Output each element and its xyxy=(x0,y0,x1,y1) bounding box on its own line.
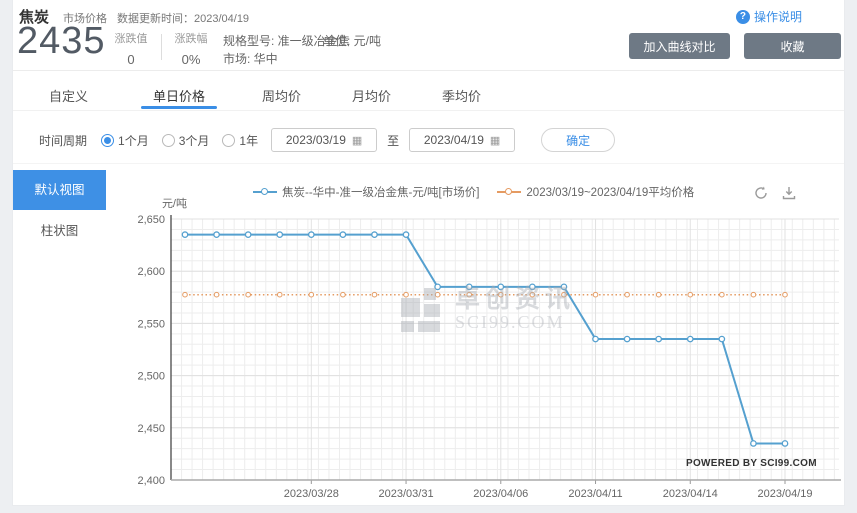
svg-text:2,450: 2,450 xyxy=(137,423,165,435)
sidebar-item-default-view[interactable]: 默认视图 xyxy=(13,170,106,210)
start-date-value: 2023/03/19 xyxy=(286,133,346,147)
radio-3month-label: 3个月 xyxy=(179,132,210,149)
radio-1year-label: 1年 xyxy=(239,132,258,149)
svg-text:2023/04/14: 2023/04/14 xyxy=(663,488,718,500)
confirm-button[interactable]: 确定 xyxy=(541,128,615,152)
current-price: 2435 xyxy=(17,20,106,63)
svg-text:2,600: 2,600 xyxy=(137,266,165,278)
unit-label: 单位: 元/吨 xyxy=(323,32,381,49)
divider xyxy=(13,163,844,164)
svg-text:2,400: 2,400 xyxy=(137,475,165,487)
start-date-input[interactable]: 2023/03/19 ▦ xyxy=(271,128,377,152)
help-label: 操作说明 xyxy=(754,8,802,25)
divider xyxy=(13,70,844,71)
svg-text:2023/03/28: 2023/03/28 xyxy=(284,488,339,500)
help-link[interactable]: ? 操作说明 xyxy=(736,8,802,25)
period-label: 时间周期 xyxy=(39,132,87,149)
active-tab-underline xyxy=(141,106,217,109)
calendar-icon: ▦ xyxy=(352,134,362,147)
data-update-time: 数据更新时间：2023/04/19 xyxy=(117,10,249,26)
tab-monthly-avg[interactable]: 月均价 xyxy=(352,86,391,105)
divider xyxy=(13,110,844,111)
add-curve-compare-button[interactable]: 加入曲线对比 xyxy=(629,33,730,59)
content-card: 焦炭 市场价格 数据更新时间：2023/04/19 2435 涨跌值 0 涨跌幅… xyxy=(12,0,845,506)
svg-text:2023/03/31: 2023/03/31 xyxy=(379,488,434,500)
price-line-chart[interactable]: 2,650 2,600 2,550 2,500 2,450 2,400 2023/03/28… xyxy=(113,195,846,500)
radio-1month-label: 1个月 xyxy=(118,132,149,149)
change-value-label: 涨跌值 xyxy=(109,30,153,46)
svg-text:元/吨: 元/吨 xyxy=(162,197,187,210)
svg-text:2023/04/11: 2023/04/11 xyxy=(568,488,622,500)
change-value-block: 涨跌值 0 xyxy=(109,30,153,67)
time-filter-bar: 时间周期 1个月 3个月 1年 2023/03/19 ▦ 至 2023/04/1… xyxy=(39,127,615,153)
sidebar-item-bar-chart[interactable]: 柱状图 xyxy=(13,220,106,239)
powered-by-label: POWERED BY SCI99.COM xyxy=(686,458,817,469)
tab-custom[interactable]: 自定义 xyxy=(49,86,88,105)
svg-text:2023/04/06: 2023/04/06 xyxy=(473,488,528,500)
radio-1month[interactable]: 1个月 xyxy=(101,132,149,149)
divider xyxy=(161,34,162,60)
change-pct: 0% xyxy=(169,52,213,67)
svg-text:2,650: 2,650 xyxy=(137,214,165,226)
to-label: 至 xyxy=(387,132,399,149)
radio-selected-icon xyxy=(101,134,114,147)
favorite-button[interactable]: 收藏 xyxy=(744,33,841,59)
tab-daily-price[interactable]: 单日价格 xyxy=(153,86,205,105)
tab-quarterly-avg[interactable]: 季均价 xyxy=(442,86,481,105)
market-label: 市场: 华中 xyxy=(223,50,278,67)
svg-text:2,550: 2,550 xyxy=(137,318,165,330)
change-pct-block: 涨跌幅 0% xyxy=(169,30,213,67)
tab-weekly-avg[interactable]: 周均价 xyxy=(262,86,301,105)
svg-text:2,500: 2,500 xyxy=(137,371,165,383)
end-date-value: 2023/04/19 xyxy=(424,133,484,147)
end-date-input[interactable]: 2023/04/19 ▦ xyxy=(409,128,515,152)
radio-icon xyxy=(222,134,235,147)
radio-1year[interactable]: 1年 xyxy=(222,132,258,149)
question-icon: ? xyxy=(736,10,750,24)
change-value: 0 xyxy=(109,52,153,67)
radio-3month[interactable]: 3个月 xyxy=(162,132,210,149)
calendar-icon: ▦ xyxy=(490,134,500,147)
change-pct-label: 涨跌幅 xyxy=(169,30,213,46)
svg-text:2023/04/19: 2023/04/19 xyxy=(757,488,812,500)
radio-icon xyxy=(162,134,175,147)
